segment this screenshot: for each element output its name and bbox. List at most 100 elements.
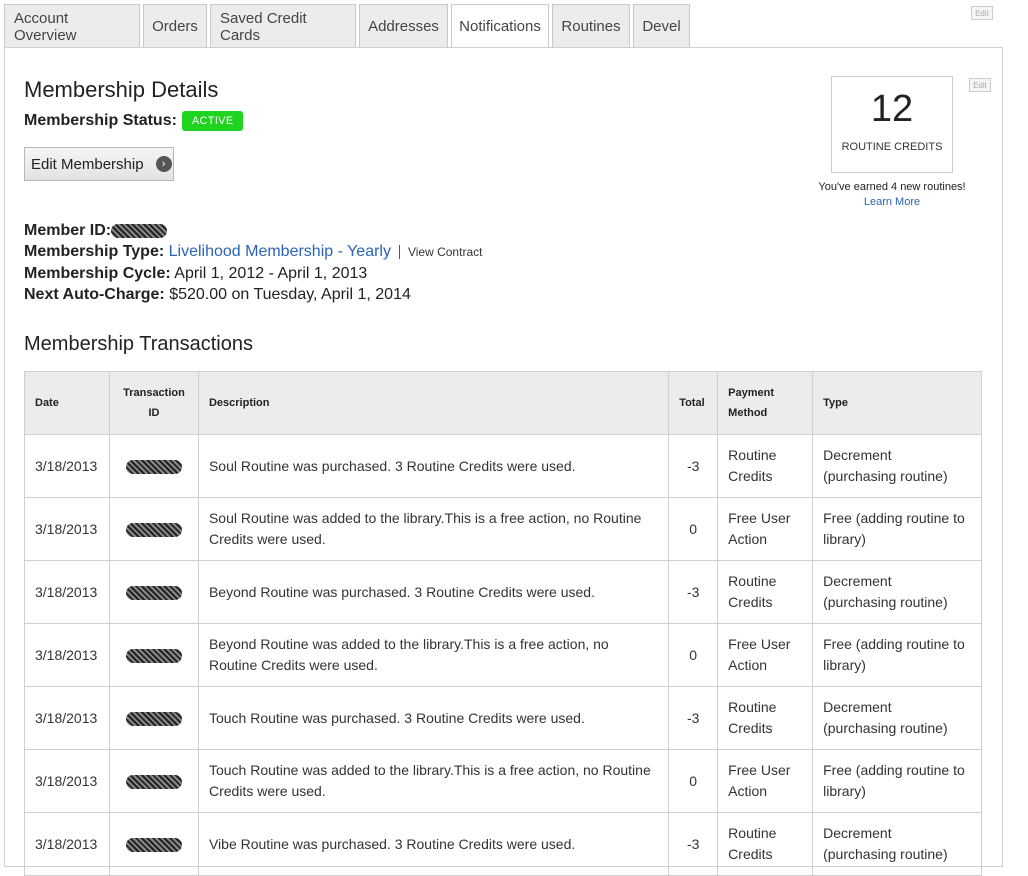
cell-total: 0: [668, 497, 719, 561]
membership-type-label: Membership Type:: [24, 243, 165, 260]
auto-charge-value: $520.00 on Tuesday, April 1, 2014: [169, 286, 411, 303]
cell-description: Vibe Routine was purchased. 3 Routine Cr…: [197, 812, 670, 876]
redacted-transaction-id: [125, 774, 182, 789]
redacted-member-id: [111, 223, 168, 238]
cell-date: 3/18/2013: [24, 749, 110, 813]
redacted-transaction-id: [125, 711, 182, 726]
tab-devel[interactable]: Devel: [633, 4, 690, 48]
membership-cycle-row: Membership Cycle: April 1, 2012 - April …: [24, 265, 367, 283]
page-title: Membership Details: [24, 77, 219, 102]
cell-transaction-id: [108, 434, 199, 498]
table-header-row: Date Transaction ID Description Total Pay…: [24, 371, 982, 435]
cell-date: 3/18/2013: [24, 560, 110, 624]
tab-notifications[interactable]: Notifications: [451, 4, 549, 48]
routine-credits-box: 12 ROUTINE CREDITS: [831, 76, 953, 173]
cell-payment-method: Routine Credits: [717, 560, 814, 624]
tab-account-overview[interactable]: Account Overview: [4, 4, 140, 48]
cell-total: 0: [668, 749, 719, 813]
redacted-transaction-id: [125, 585, 182, 600]
membership-cycle-value: April 1, 2012 - April 1, 2013: [174, 265, 368, 282]
tab-routines[interactable]: Routines: [552, 4, 630, 48]
member-id-label: Member ID:: [24, 222, 112, 239]
transactions-table: Date Transaction ID Description Total Pay…: [24, 371, 982, 876]
table-row: 3/18/2013 Touch Routine was added to the …: [24, 749, 982, 813]
cell-description: Soul Routine was added to the library.Th…: [197, 497, 670, 561]
cell-type: Decrement (purchasing routine): [812, 560, 982, 624]
chevron-right-circle-icon: ›: [155, 156, 172, 172]
tab-addresses[interactable]: Addresses: [359, 4, 448, 48]
cell-transaction-id: [108, 686, 199, 750]
cell-total: -3: [668, 560, 719, 624]
cell-description: Beyond Routine was added to the library.…: [197, 623, 670, 687]
cell-total: -3: [668, 812, 719, 876]
status-badge: ACTIVE: [181, 111, 244, 131]
membership-cycle-label: Membership Cycle:: [24, 265, 171, 282]
learn-more-link[interactable]: Learn More: [790, 196, 994, 208]
cell-transaction-id: [108, 623, 199, 687]
col-date: Date: [24, 371, 110, 435]
status-label: Membership Status:: [24, 112, 177, 129]
separator: [398, 244, 400, 259]
cell-description: Touch Routine was added to the library.T…: [197, 749, 670, 813]
cell-type: Free (adding routine to library): [812, 497, 982, 561]
redacted-transaction-id: [125, 459, 182, 474]
table-row: 3/18/2013 Vibe Routine was purchased. 3 R…: [24, 812, 982, 876]
cell-type: Decrement (purchasing routine): [812, 686, 982, 750]
cell-payment-method: Free User Action: [717, 497, 814, 561]
tab-saved-credit-cards[interactable]: Saved Credit Cards: [210, 4, 356, 48]
cell-total: 0: [668, 623, 719, 687]
cell-description: Beyond Routine was purchased. 3 Routine …: [197, 560, 670, 624]
cell-payment-method: Free User Action: [717, 623, 814, 687]
cell-transaction-id: [108, 497, 199, 561]
redacted-transaction-id: [125, 522, 182, 537]
cell-date: 3/18/2013: [24, 497, 110, 561]
table-row: 3/18/2013 Soul Routine was added to the l…: [24, 497, 982, 561]
credits-count: 12: [870, 88, 914, 130]
cell-payment-method: Routine Credits: [717, 812, 814, 876]
membership-status: Membership Status: ACTIVE: [24, 111, 244, 131]
membership-type-link[interactable]: Livelihood Membership - Yearly: [169, 243, 391, 260]
cell-type: Decrement (purchasing routine): [812, 812, 982, 876]
redacted-transaction-id: [125, 648, 182, 663]
table-row: 3/18/2013 Beyond Routine was added to the…: [24, 623, 982, 687]
col-payment-method: Payment Method: [717, 371, 814, 435]
cell-date: 3/18/2013: [24, 686, 110, 750]
cell-date: 3/18/2013: [24, 434, 110, 498]
table-row: 3/18/2013 Beyond Routine was purchased. 3…: [24, 560, 982, 624]
credits-label: ROUTINE CREDITS: [841, 141, 943, 153]
table-row: 3/18/2013 Soul Routine was purchased. 3 R…: [24, 434, 982, 498]
cell-payment-method: Routine Credits: [717, 434, 814, 498]
auto-charge-row: Next Auto-Charge: $520.00 on Tuesday, Ap…: [24, 286, 411, 304]
cell-type: Free (adding routine to library): [812, 623, 982, 687]
cell-date: 3/18/2013: [24, 812, 110, 876]
cell-payment-method: Free User Action: [717, 749, 814, 813]
tab-orders[interactable]: Orders: [143, 4, 207, 48]
cell-transaction-id: [108, 812, 199, 876]
member-id-row: Member ID:: [24, 222, 168, 240]
cell-type: Decrement (purchasing routine): [812, 434, 982, 498]
cell-transaction-id: [108, 560, 199, 624]
edit-tabs-button[interactable]: Edit: [971, 6, 993, 20]
membership-type-row: Membership Type: Livelihood Membership -…: [24, 243, 482, 261]
cell-total: -3: [668, 434, 719, 498]
edit-membership-button[interactable]: Edit Membership ›: [24, 147, 174, 181]
cell-payment-method: Routine Credits: [717, 686, 814, 750]
earned-message: You've earned 4 new routines!: [818, 181, 966, 193]
redacted-transaction-id: [125, 837, 182, 852]
account-tabs: Account Overview Orders Saved Credit Car…: [4, 4, 693, 48]
auto-charge-label: Next Auto-Charge:: [24, 286, 165, 303]
col-description: Description: [197, 371, 670, 435]
col-total: Total: [668, 371, 719, 435]
col-transaction-id: Transaction ID: [108, 371, 199, 435]
table-row: 3/18/2013 Touch Routine was purchased. 3 …: [24, 686, 982, 750]
col-type: Type: [812, 371, 982, 435]
cell-type: Free (adding routine to library): [812, 749, 982, 813]
cell-description: Soul Routine was purchased. 3 Routine Cr…: [197, 434, 670, 498]
cell-total: -3: [668, 686, 719, 750]
cell-date: 3/18/2013: [24, 623, 110, 687]
edit-panel-button[interactable]: Edit: [969, 78, 991, 92]
cell-transaction-id: [108, 749, 199, 813]
view-contract-link[interactable]: View Contract: [408, 245, 482, 259]
edit-membership-label: Edit Membership: [31, 155, 144, 173]
transactions-title: Membership Transactions: [24, 333, 253, 355]
